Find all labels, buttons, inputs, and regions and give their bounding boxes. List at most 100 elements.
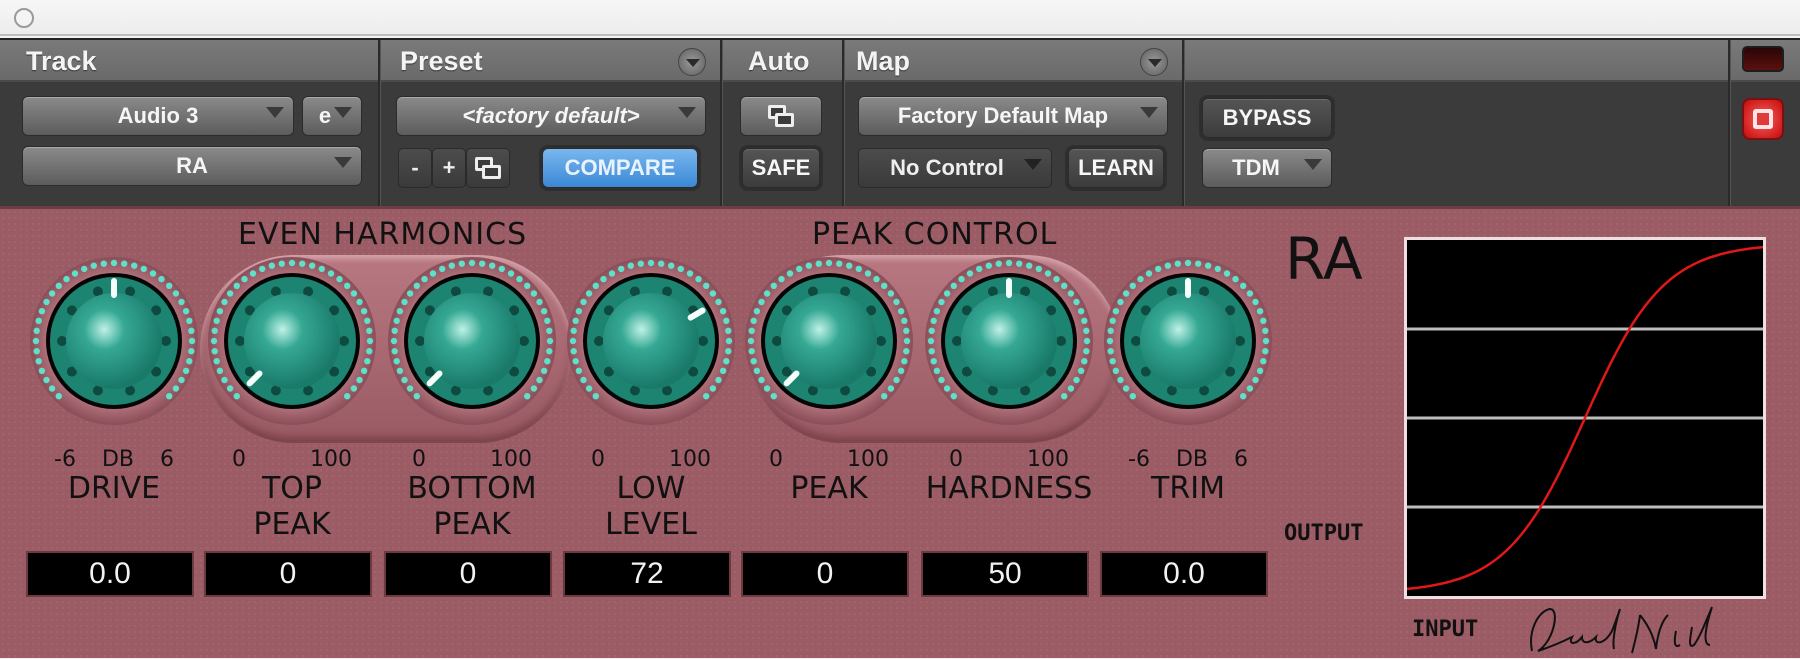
led-dot — [903, 348, 910, 355]
next-label: + — [442, 155, 456, 180]
led-dot — [950, 282, 957, 289]
led-dot — [288, 259, 296, 267]
track-select-value: Audio 3 — [117, 103, 199, 128]
low-level-knob[interactable] — [567, 257, 735, 425]
led-dot — [182, 367, 190, 374]
led-dot — [366, 348, 373, 355]
led-dot — [391, 327, 398, 334]
bypass-button[interactable]: BYPASS — [1202, 98, 1332, 138]
led-dot — [748, 348, 755, 355]
bottom-peak-knob[interactable] — [388, 257, 556, 425]
led-dot — [336, 275, 343, 283]
peak-knob[interactable] — [745, 257, 913, 425]
led-dot — [928, 348, 935, 355]
copy-settings-button[interactable] — [466, 148, 510, 188]
divider — [1182, 40, 1184, 208]
led-dot — [580, 376, 587, 384]
trim-value: 0.0 — [1163, 557, 1205, 590]
led-dot — [930, 358, 937, 365]
led-dot — [1137, 275, 1144, 283]
led-dot — [211, 348, 218, 355]
led-dot — [897, 367, 905, 374]
automation-button[interactable] — [740, 96, 822, 136]
top-peak-knob[interactable] — [208, 257, 376, 425]
safe-button[interactable]: SAFE — [742, 148, 820, 188]
window-control-icon[interactable] — [14, 8, 34, 28]
preset-select[interactable]: <factory default> — [396, 96, 706, 136]
led-dot — [1129, 393, 1136, 400]
drive-value-field[interactable]: 0.0 — [26, 551, 194, 597]
led-dot — [309, 262, 316, 269]
led-dot — [401, 298, 408, 306]
led-dot — [1026, 262, 1033, 269]
led-dot — [448, 262, 455, 269]
map-select[interactable]: Factory Default Map — [858, 96, 1168, 136]
next-preset-button[interactable]: + — [432, 148, 466, 188]
led-dot — [778, 275, 785, 283]
led-dot — [758, 376, 765, 384]
led-dot — [592, 393, 599, 400]
preset-select-value: <factory default> — [462, 103, 640, 128]
led-dot — [249, 270, 257, 277]
led-dot — [48, 385, 56, 392]
led-dot — [546, 337, 554, 345]
led-dot — [758, 298, 765, 306]
bottom-peak-scale: 0 100 — [412, 447, 532, 472]
trim-value-field[interactable]: 0.0 — [1100, 551, 1268, 597]
compare-button[interactable]: COMPARE — [542, 148, 698, 188]
led-dot — [1232, 275, 1239, 283]
led-dot — [479, 260, 486, 267]
led-dot — [344, 393, 351, 400]
top-peak-value-field[interactable]: 0 — [204, 551, 372, 597]
auto-section-label: Auto — [748, 46, 810, 76]
low-level-label: LOW LEVEL — [605, 471, 697, 542]
channel-select[interactable]: e — [302, 96, 362, 136]
led-dot — [1129, 282, 1136, 289]
chevron-down-icon — [678, 107, 696, 118]
led-dot — [943, 385, 951, 392]
scale-max: 100 — [669, 447, 711, 472]
preset-menu-icon[interactable] — [678, 48, 706, 76]
led-dot — [569, 337, 577, 345]
control-select[interactable]: No Control — [858, 148, 1052, 188]
led-dot — [468, 259, 476, 267]
led-dot — [600, 275, 607, 283]
led-dot — [748, 327, 755, 334]
led-dot — [1061, 393, 1068, 400]
led-dot — [172, 385, 180, 392]
scale-min: 0 — [232, 447, 246, 472]
led-dot — [873, 275, 880, 283]
hardness-value-field[interactable]: 50 — [921, 551, 1089, 597]
chevron-down-icon — [1304, 159, 1322, 170]
led-dot — [421, 275, 428, 283]
led-dot — [1016, 260, 1023, 267]
led-dot — [825, 259, 833, 267]
led-dot — [268, 262, 275, 269]
chevron-down-icon — [1140, 107, 1158, 118]
led-dot — [216, 367, 224, 374]
plugin-select[interactable]: RA — [22, 146, 362, 186]
led-dot — [544, 358, 551, 365]
led-dot — [1256, 367, 1264, 374]
trim-knob[interactable] — [1104, 257, 1272, 425]
previous-preset-button[interactable]: - — [398, 148, 432, 188]
format-select[interactable]: TDM — [1202, 148, 1332, 188]
hardness-value: 50 — [988, 557, 1022, 590]
led-dot — [903, 327, 910, 334]
led-dot — [278, 260, 285, 267]
hardness-knob[interactable] — [925, 257, 1093, 425]
learn-button[interactable]: LEARN — [1068, 148, 1164, 188]
track-select[interactable]: Audio 3 — [22, 96, 294, 136]
map-menu-icon[interactable] — [1140, 48, 1168, 76]
low-level-value-field[interactable]: 72 — [563, 551, 731, 597]
power-button[interactable] — [1742, 98, 1784, 140]
led-dot — [110, 259, 118, 267]
bottom-peak-value-field[interactable]: 0 — [384, 551, 552, 597]
control-select-value: No Control — [890, 155, 1004, 180]
led-dot — [1081, 317, 1088, 324]
led-dot — [216, 308, 224, 315]
scale-min: 0 — [412, 447, 426, 472]
peak-value-field[interactable]: 0 — [741, 551, 909, 597]
drive-knob[interactable] — [30, 257, 198, 425]
led-dot — [864, 270, 872, 277]
